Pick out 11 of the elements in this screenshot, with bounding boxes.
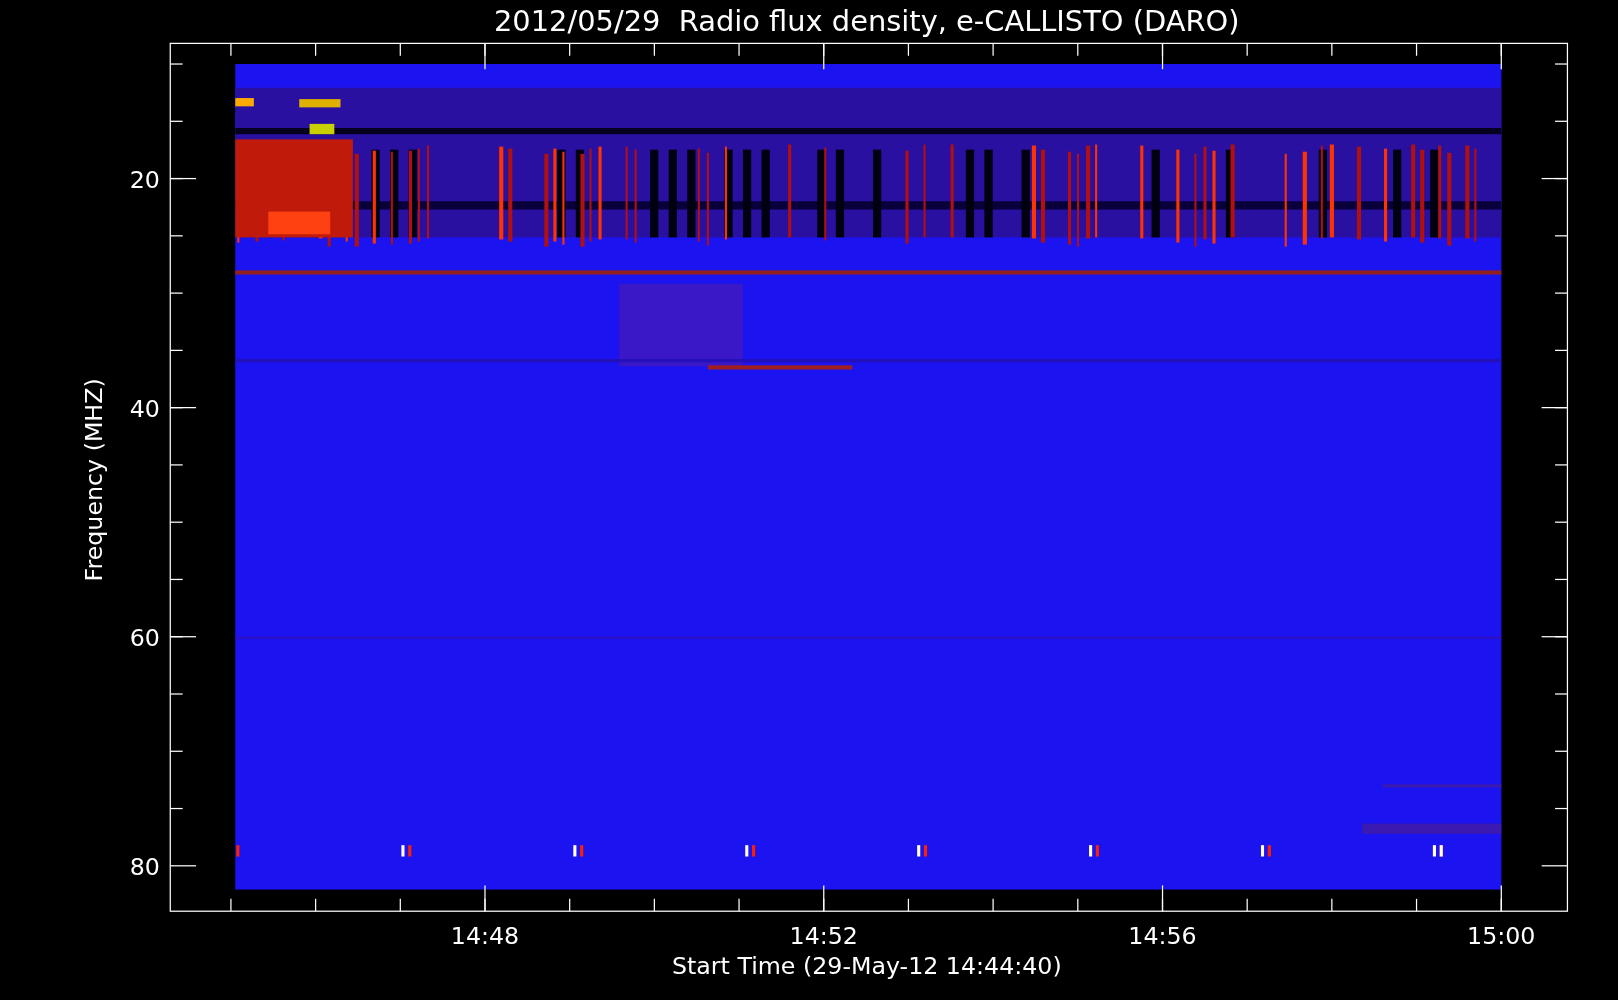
x-tick-label: 14:52 [789,922,858,951]
chart-title: 2012/05/29 Radio flux density, e-CALLISTO (DARO) [494,4,1240,38]
y-tick-label: 80 [129,853,160,882]
x-tick-label: 14:56 [1128,922,1197,951]
x-tick-label: 15:00 [1467,922,1536,951]
y-axis-label: Frequency (MHZ) [80,378,109,582]
x-axis-label: Start Time (29-May-12 14:44:40) [671,952,1062,981]
y-tick-label: 20 [129,165,160,194]
x-tick-label: 14:48 [450,922,520,951]
y-tick-label: 40 [129,394,160,423]
y-tick-label: 60 [129,624,160,652]
